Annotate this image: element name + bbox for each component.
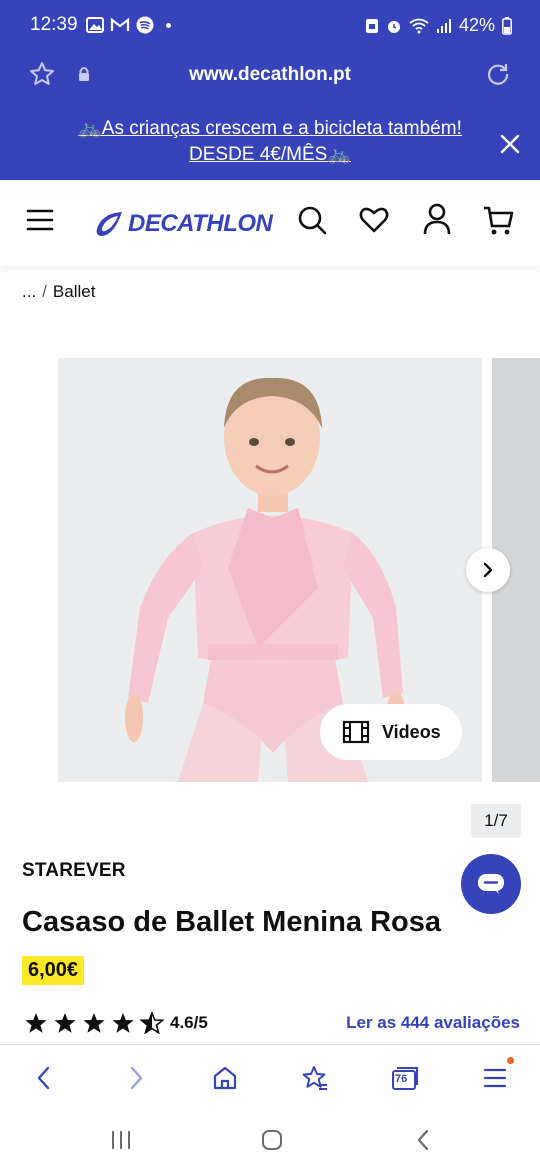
promo-banner-link[interactable]: 🚲As crianças crescem e a bicicleta també… xyxy=(40,116,500,168)
recent-apps-icon xyxy=(112,1131,130,1149)
logo-text: DECATHLON xyxy=(128,210,273,237)
status-bar: 12:39 42% xyxy=(0,0,540,52)
half-star-icon xyxy=(140,1012,164,1034)
rating-stars xyxy=(24,1012,164,1034)
gallery-notification-icon xyxy=(86,17,104,33)
wifi-icon xyxy=(409,18,429,33)
promo-line-2: DESDE 4€/MÊS🚲 xyxy=(189,144,351,165)
chat-bubble-icon xyxy=(478,874,504,894)
bookmarks-star-icon xyxy=(302,1066,327,1090)
browser-tabs-button[interactable]: 76 xyxy=(388,1061,422,1095)
breadcrumb-separator: / xyxy=(42,282,47,301)
reviews-link[interactable]: Ler as 444 avaliações xyxy=(346,1013,520,1033)
browser-top-area: 12:39 42% www.decathlon.pt 🚲As crianças … xyxy=(0,0,540,180)
back-icon xyxy=(417,1129,429,1151)
star-icon xyxy=(83,1013,105,1033)
chat-button[interactable] xyxy=(461,854,521,914)
reload-icon[interactable] xyxy=(484,60,512,88)
browser-back-button[interactable] xyxy=(27,1061,61,1095)
home-button[interactable] xyxy=(252,1126,292,1154)
url-bar: www.decathlon.pt xyxy=(0,52,540,100)
breadcrumb-ellipsis[interactable]: ... xyxy=(22,282,36,301)
alarm-icon xyxy=(387,20,400,33)
battery-percent: 42% xyxy=(458,15,495,35)
breadcrumb-current[interactable]: Ballet xyxy=(53,282,96,301)
close-icon[interactable] xyxy=(496,130,524,158)
breadcrumb: ... / Ballet xyxy=(22,282,95,302)
url-text[interactable]: www.decathlon.pt xyxy=(0,64,540,86)
account-icon[interactable] xyxy=(422,202,452,236)
chevron-left-icon xyxy=(37,1066,50,1090)
system-navigation-bar xyxy=(0,1110,540,1170)
film-icon xyxy=(342,720,370,744)
cart-icon[interactable] xyxy=(482,204,516,236)
signal-icon xyxy=(436,18,451,33)
product-title: Casaso de Ballet Menina Rosa xyxy=(22,906,442,938)
browser-bookmarks-button[interactable] xyxy=(298,1061,332,1095)
star-icon xyxy=(112,1013,134,1033)
chevron-right-icon xyxy=(483,562,493,578)
rating-value: 4.6/5 xyxy=(170,1013,208,1032)
home-icon xyxy=(213,1066,237,1090)
search-icon[interactable] xyxy=(296,204,328,236)
heart-icon[interactable] xyxy=(358,204,390,236)
spotify-notification-icon xyxy=(136,16,154,34)
notification-dot xyxy=(507,1057,514,1064)
system-back-button[interactable] xyxy=(403,1126,443,1154)
gmail-notification-icon xyxy=(110,17,130,31)
home-rounded-square-icon xyxy=(262,1130,282,1150)
notification-icons xyxy=(86,16,171,34)
vpn-icon xyxy=(365,18,378,33)
browser-home-button[interactable] xyxy=(208,1061,242,1095)
decathlon-logo-mark-icon xyxy=(96,212,122,236)
decathlon-logo[interactable]: DECATHLON xyxy=(94,208,273,240)
tabs-count: 76 xyxy=(395,1073,408,1085)
browser-menu-button[interactable] xyxy=(478,1057,514,1095)
more-notifications-dot xyxy=(166,22,171,28)
videos-label: Videos xyxy=(382,721,441,742)
battery-icon xyxy=(502,16,512,35)
videos-button[interactable]: Videos xyxy=(320,704,462,760)
browser-forward-button[interactable] xyxy=(119,1061,153,1095)
menu-icon xyxy=(483,1068,507,1088)
system-icons: 42% xyxy=(365,15,512,36)
product-price: 6,00€ xyxy=(22,956,85,985)
status-time: 12:39 xyxy=(30,14,78,35)
site-header: DECATHLON xyxy=(0,180,540,266)
star-icon xyxy=(25,1013,47,1033)
gallery-counter: 1/7 xyxy=(471,804,521,838)
gallery-next-button[interactable] xyxy=(466,548,510,592)
promo-line-1: 🚲As crianças crescem e a bicicleta també… xyxy=(78,118,462,139)
chevron-right-icon xyxy=(130,1066,143,1090)
product-brand[interactable]: STAREVER xyxy=(22,860,126,882)
star-icon xyxy=(54,1013,76,1033)
menu-icon[interactable] xyxy=(26,208,54,232)
recent-apps-button[interactable] xyxy=(101,1126,141,1154)
browser-toolbar: 76 xyxy=(0,1044,540,1110)
